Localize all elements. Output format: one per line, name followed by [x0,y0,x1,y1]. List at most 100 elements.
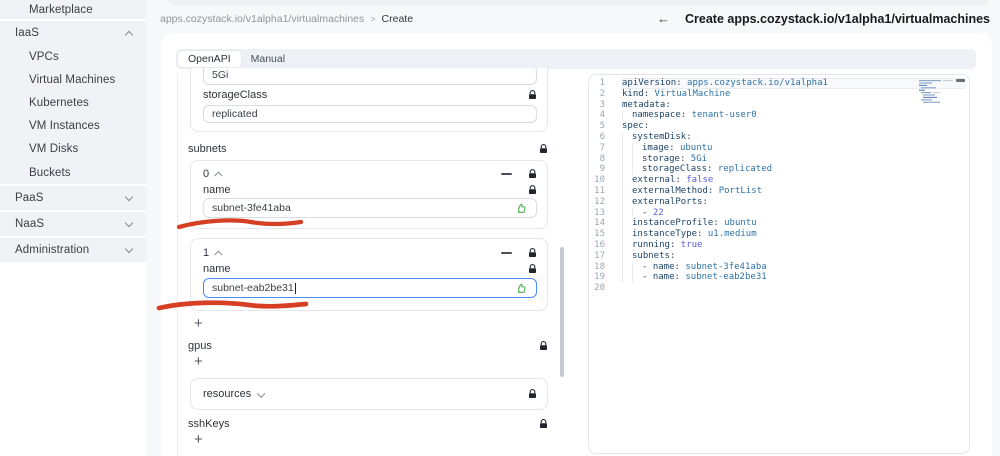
code-line: 11 externalMethod: PortList [593,185,965,197]
storageclass-input[interactable]: replicated [203,105,537,123]
line-number: 13 [594,207,605,218]
add-subnet-button[interactable]: + [194,316,203,331]
systemdisk-card: 5Gi storageClass replicated [190,68,548,132]
code-token: apiVersion [622,78,677,88]
lock-icon[interactable] [528,248,537,258]
subnet-0-name-input[interactable]: subnet-3fe41aba [203,198,537,218]
lock-icon[interactable] [528,389,537,399]
code-token: tenant-user0 [691,110,757,121]
code-token: false [686,175,714,186]
yaml-editor[interactable]: 1 apiVersion: apps.cozystack.io/v1alpha1 2… [588,74,970,454]
sidebar-item-buckets[interactable]: Buckets [0,161,146,184]
indent-guide [622,239,632,251]
code-token: : [675,175,687,186]
line-number: 16 [594,239,605,250]
lock-icon[interactable] [528,90,537,100]
code-lines[interactable]: 1 apiVersion: apps.cozystack.io/v1alpha1 2… [589,75,969,453]
lock-icon[interactable] [528,264,537,274]
sidebar-item-vm-instances[interactable]: VM Instances [0,115,146,138]
line-number: 4 [599,110,605,121]
indent-guide [632,272,642,284]
code-token: instanceProfile [632,218,714,229]
add-gpu-button[interactable]: + [194,354,203,369]
lock-icon[interactable] [528,185,537,195]
page-title: Create apps.cozystack.io/v1alpha1/virtua… [685,11,990,26]
sidebar-section-naas[interactable]: NaaS [0,212,146,236]
code-line: 15 instanceType: u1.medium [593,229,965,240]
indent-guide [622,261,632,273]
code-line-content: instanceType: u1.medium [622,229,965,240]
line-number: 12 [594,196,605,207]
code-line-content: metadata: [622,100,965,111]
lock-icon[interactable] [528,169,537,179]
storage-input[interactable]: 5Gi [203,68,537,85]
indent-guide [622,250,632,262]
subnet-1-name-label: name [203,263,231,275]
remove-subnet-1-button[interactable] [501,252,512,254]
code-line-content: externalPorts: [622,196,965,208]
code-token: apps.cozystack.io/v1alpha1 [687,78,828,88]
sidebar-section-paas[interactable]: PaaS [0,186,146,210]
code-token: subnets [632,250,670,261]
subnet-0-index: 0 [203,168,210,180]
lock-icon[interactable] [539,419,548,429]
lock-icon[interactable] [539,144,548,154]
sidebar-section-administration[interactable]: Administration [0,238,146,262]
subnet-0-collapse-toggle[interactable]: 0 [203,168,537,180]
code-token: externalPorts [632,196,703,207]
sidebar-item-virtual-machines[interactable]: Virtual Machines [0,68,146,91]
back-arrow-icon[interactable]: ← [657,11,670,26]
sidebar-item-kubernetes[interactable]: Kubernetes [0,91,146,114]
chevron-down-icon [125,246,133,254]
code-token: : [707,185,719,196]
indent-guide [622,110,632,122]
sidebar-item-label: VM Disks [29,143,79,156]
code-line: 18 - name: subnet-3fe41aba [593,261,965,273]
indent-guide [622,229,632,240]
line-number: 14 [594,218,605,229]
code-token: VirtualMachine [654,88,731,99]
code-token: : [669,250,676,261]
storage-value: 5Gi [212,69,229,81]
page-title-bar: ← Create apps.cozystack.io/v1alpha1/virt… [657,11,990,26]
code-token: : [713,218,725,229]
sidebar-section-label: PaaS [15,192,44,205]
sidebar-item-marketplace[interactable]: Marketplace [0,0,146,19]
code-token: - [642,207,653,218]
indent-guide [622,164,632,176]
subnet-1-name-input[interactable]: subnet-eab2be31 [203,278,537,298]
breadcrumb-path[interactable]: apps.cozystack.io/v1alpha1/virtualmachin… [160,13,364,25]
sidebar-item-vm-disks[interactable]: VM Disks [0,138,146,161]
resources-expand-toggle[interactable]: resources [203,388,537,400]
add-sshkey-button[interactable]: + [194,432,203,447]
remove-subnet-0-button[interactable] [501,173,512,175]
indent-guide [622,207,632,219]
minimap[interactable] [919,79,957,105]
code-token: storage [642,153,680,164]
tab-manual[interactable]: Manual [241,51,295,67]
minimap-slider[interactable] [956,79,965,82]
tab-openapi[interactable]: OpenAPI [178,51,241,67]
sidebar-section-iaas[interactable]: IaaS [0,21,146,45]
subnet-1-collapse-toggle[interactable]: 1 [203,247,537,259]
top-bar-remnant [168,0,988,6]
lock-icon[interactable] [539,341,548,351]
breadcrumb: apps.cozystack.io/v1alpha1/virtualmachin… [160,13,413,25]
subnet-1-name-value: subnet-eab2be31 [212,282,294,294]
code-token: : [702,196,708,207]
form-scrollbar[interactable] [560,247,564,377]
code-line-content: - name: subnet-3fe41aba [622,261,965,273]
code-token: external [632,175,676,186]
code-line: 4 namespace: tenant-user0 [593,110,965,122]
code-token: name [652,261,675,272]
code-token: - [642,272,653,283]
line-number: 19 [594,272,605,283]
indent-guide [632,153,642,165]
code-token: externalMethod [632,185,708,196]
breadcrumb-separator: > [370,14,376,24]
line-number: 10 [594,175,605,186]
code-line: 20 [593,283,965,294]
sidebar-item-vpcs[interactable]: VPCs [0,45,146,68]
indent-guide [622,185,632,197]
code-token: : [643,88,655,99]
